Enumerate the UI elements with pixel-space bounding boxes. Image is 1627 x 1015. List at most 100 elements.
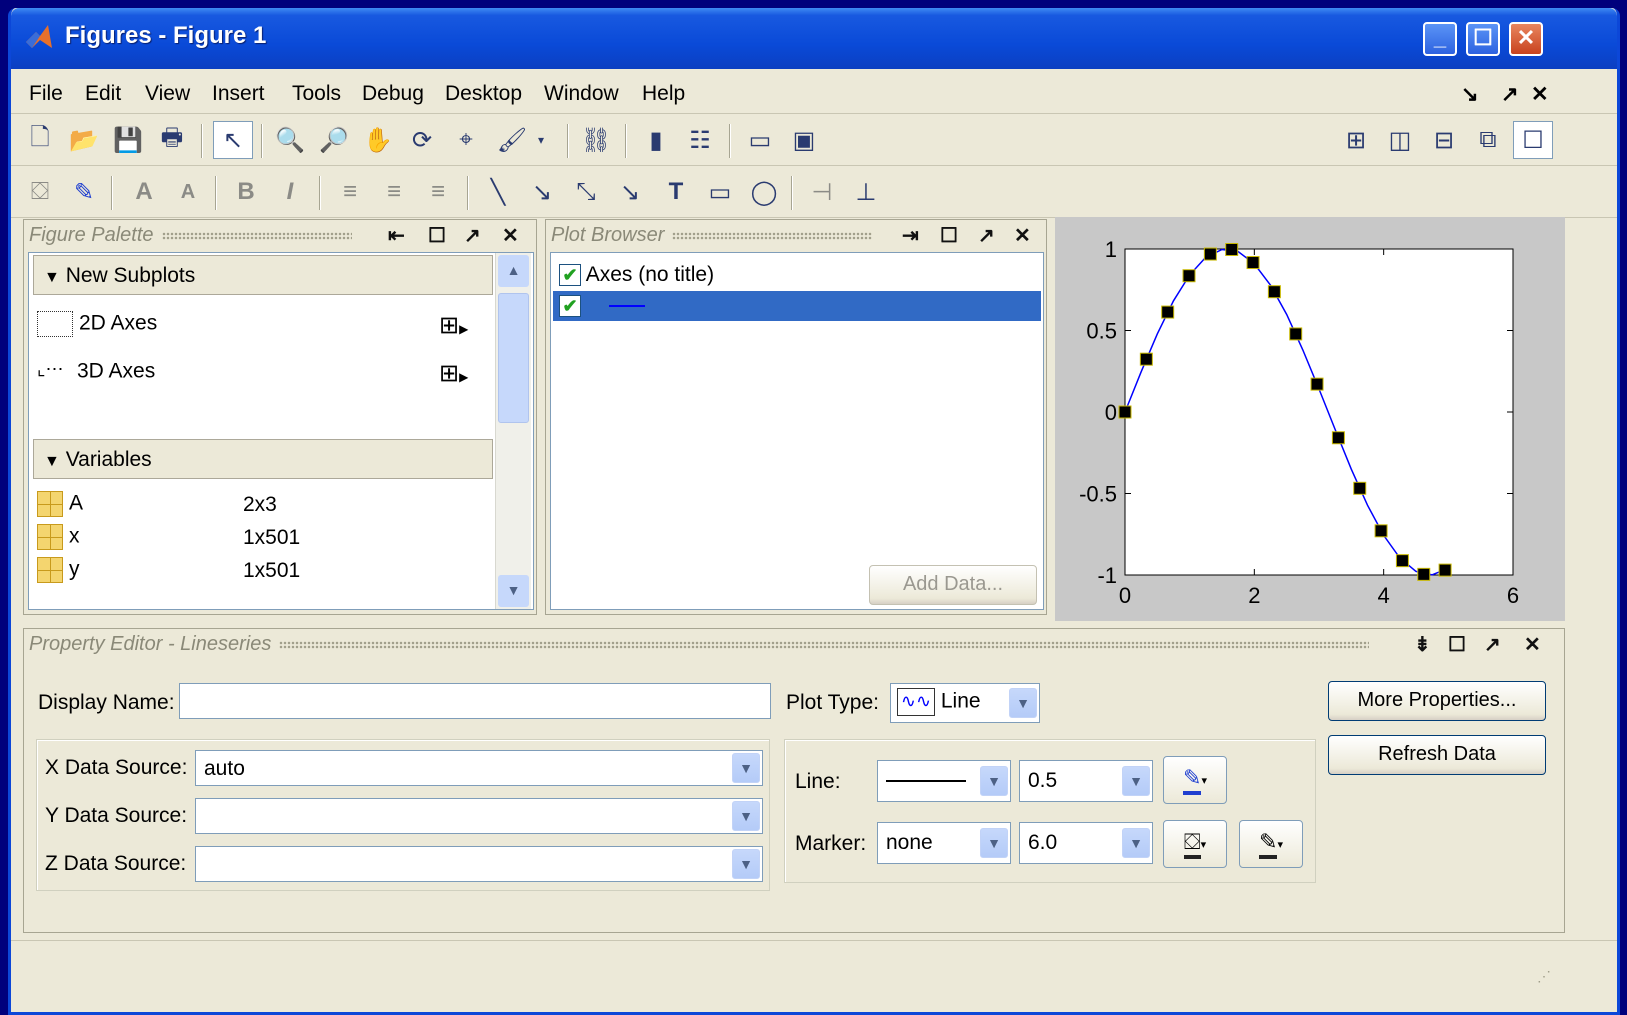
close-button[interactable]: ✕ (1509, 22, 1543, 56)
y-source-combo[interactable]: ▼ (195, 798, 763, 834)
chevron-down-icon[interactable]: ▼ (732, 801, 760, 831)
display-name-input[interactable] (179, 683, 771, 719)
align-distribute-icon[interactable]: ⊥ (849, 175, 883, 209)
align-left-icon[interactable]: ≡ (333, 175, 367, 209)
font-larger-icon[interactable]: A (127, 175, 161, 209)
lineseries-list-item[interactable]: ✔ (553, 291, 1041, 321)
axes-checkbox[interactable]: ✔ (559, 264, 581, 287)
chevron-down-icon[interactable]: ▼ (1009, 688, 1037, 718)
brush-dropdown-icon[interactable]: ▾ (531, 123, 551, 157)
dock-right-icon[interactable]: ⇥ (902, 223, 919, 248)
close-panel-icon[interactable]: ✕ (502, 223, 519, 248)
marker-edge-color-button[interactable]: ✎ ▾ (1239, 820, 1303, 868)
close-panel-icon[interactable]: ✕ (1524, 632, 1541, 657)
dock-down-icon[interactable]: ⇟ (1414, 632, 1431, 657)
chevron-down-icon[interactable]: ▼ (1122, 828, 1150, 858)
menu-help[interactable]: Help (642, 82, 685, 106)
variable-row[interactable]: x (37, 524, 80, 550)
line-width-combo[interactable]: 0.5 ▼ (1019, 760, 1153, 802)
maximize-button[interactable]: ☐ (1466, 22, 1500, 56)
zoom-out-icon[interactable]: 🔎 (317, 123, 351, 157)
scroll-down-button[interactable]: ▼ (498, 575, 529, 607)
axes-3d-item[interactable]: ⌞⋯ 3D Axes (37, 359, 155, 385)
save-icon[interactable]: 💾 (111, 123, 145, 157)
resize-grip-icon[interactable]: ⋰ (1537, 968, 1551, 985)
menu-desktop[interactable]: Desktop (445, 82, 522, 106)
x-source-combo[interactable]: auto ▼ (195, 750, 763, 786)
maximize-panel-icon[interactable]: ☐ (1448, 632, 1466, 657)
menu-edit[interactable]: Edit (85, 82, 121, 106)
text-box-tool-icon[interactable]: T (659, 175, 693, 209)
pan-hand-icon[interactable]: ✋ (361, 123, 395, 157)
more-properties-button[interactable]: More Properties... (1328, 681, 1546, 721)
axes-list-item[interactable]: ✔ Axes (no title) (559, 263, 714, 287)
rotate-3d-icon[interactable]: ⟳ (405, 123, 439, 157)
dock-arrow-icon[interactable]: ↘ (1461, 82, 1479, 107)
chevron-down-icon[interactable]: ▼ (732, 753, 760, 783)
ellipse-tool-icon[interactable]: ◯ (747, 175, 781, 209)
top-bottom-split-icon[interactable]: ⊟ (1427, 123, 1461, 157)
undock-panel-icon[interactable]: ↗ (978, 223, 995, 248)
chevron-down-icon[interactable]: ▼ (1122, 766, 1150, 796)
maximize-panel-icon[interactable]: ☐ (428, 223, 446, 248)
edge-color-icon[interactable]: ✎ (67, 175, 101, 209)
font-smaller-icon[interactable]: A (171, 175, 205, 209)
menu-debug[interactable]: Debug (362, 82, 424, 106)
left-right-split-icon[interactable]: ◫ (1383, 123, 1417, 157)
maximize-panel-icon[interactable]: ☐ (940, 223, 958, 248)
close-panel-icon[interactable]: ✕ (1014, 223, 1031, 248)
scroll-up-button[interactable]: ▲ (498, 255, 529, 287)
axes-2d-item[interactable]: 2D Axes (37, 311, 157, 337)
menu-file[interactable]: File (29, 82, 63, 106)
undock-icon[interactable]: ↗ (1501, 82, 1519, 107)
dock-left-icon[interactable]: ⇤ (388, 223, 405, 248)
zoom-in-icon[interactable]: 🔍 (273, 123, 307, 157)
lineseries-checkbox[interactable]: ✔ (559, 295, 581, 317)
palette-scrollbar[interactable]: ▲ ▼ (495, 253, 531, 609)
text-arrow-tool-icon[interactable]: ↘ (613, 175, 647, 209)
open-file-icon[interactable]: 📂 (67, 123, 101, 157)
chevron-down-icon[interactable]: ▼ (980, 766, 1008, 796)
italic-icon[interactable]: I (273, 175, 307, 209)
data-cursor-icon[interactable]: ⌖ (449, 123, 483, 157)
undock-panel-icon[interactable]: ↗ (464, 223, 481, 248)
axes-3d-grid-button[interactable]: ⊞▶ (439, 359, 468, 388)
menu-window[interactable]: Window (544, 82, 619, 106)
arrow-tool-icon[interactable]: ↘ (525, 175, 559, 209)
chevron-down-icon[interactable]: ▼ (732, 849, 760, 879)
maximize-view-icon[interactable]: ☐ (1513, 121, 1553, 159)
variable-row[interactable]: y (37, 557, 80, 583)
print-icon[interactable]: 🖶 (155, 123, 189, 157)
fill-color-icon[interactable]: ⛋ (23, 175, 57, 209)
scroll-thumb[interactable] (498, 293, 529, 423)
axes-2d-grid-button[interactable]: ⊞▶ (439, 311, 468, 340)
float-icon[interactable]: ⧉ (1471, 123, 1505, 157)
align-right-icon[interactable]: ≡ (421, 175, 455, 209)
variable-row[interactable]: A (37, 491, 83, 517)
plot-type-combo[interactable]: ∿∿ Line ▼ (890, 683, 1040, 723)
pin-icon[interactable]: ⊣ (805, 175, 839, 209)
marker-fill-color-button[interactable]: ⛋ ▾ (1163, 820, 1227, 868)
line-style-combo[interactable]: ▼ (877, 760, 1011, 802)
brush-icon[interactable]: 🖌 (495, 123, 529, 157)
z-source-combo[interactable]: ▼ (195, 846, 763, 882)
legend-icon[interactable]: ☷ (683, 123, 717, 157)
refresh-data-button[interactable]: Refresh Data (1328, 735, 1546, 775)
line-tool-icon[interactable]: ╲ (481, 175, 515, 209)
show-plot-tools-icon[interactable]: ▣ (787, 123, 821, 157)
double-arrow-tool-icon[interactable]: ⤡ (569, 175, 603, 209)
menu-close-icon[interactable]: ✕ (1531, 82, 1549, 107)
undock-panel-icon[interactable]: ↗ (1484, 632, 1501, 657)
link-plot-icon[interactable]: ⛓ (579, 123, 613, 157)
rectangle-tool-icon[interactable]: ▭ (703, 175, 737, 209)
sine-plot[interactable]: 0 2 4 6 1 0.5 0 -0.5 -1 (1055, 217, 1565, 621)
colorbar-icon[interactable]: ▮ (639, 123, 673, 157)
bold-icon[interactable]: B (229, 175, 263, 209)
minimize-button[interactable]: _ (1423, 22, 1457, 56)
variables-header[interactable]: ▼ Variables (33, 439, 493, 479)
add-data-button[interactable]: Add Data... (869, 565, 1037, 605)
marker-style-combo[interactable]: none ▼ (877, 822, 1011, 864)
line-color-button[interactable]: ✎ ▾ (1163, 756, 1227, 804)
tile-grid-icon[interactable]: ⊞ (1339, 123, 1373, 157)
edit-plot-arrow-icon[interactable]: ↖ (213, 121, 253, 159)
